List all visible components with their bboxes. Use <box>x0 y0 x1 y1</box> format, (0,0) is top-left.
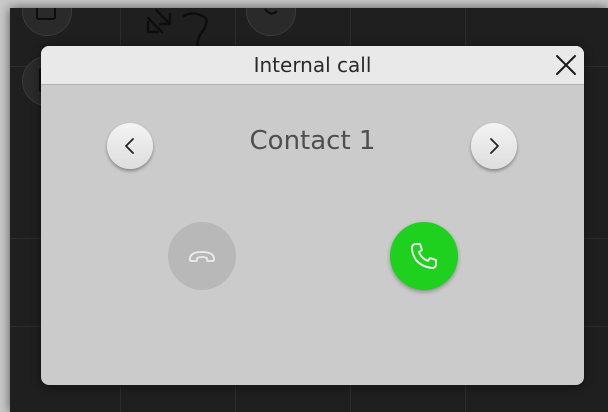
contact-name: Contact 1 <box>249 126 376 156</box>
chevron-left-icon <box>125 138 134 154</box>
background-app-icon <box>22 8 72 36</box>
internal-call-dialog: Internal call Contact 1 <box>41 46 584 385</box>
previous-contact-button[interactable] <box>107 123 153 169</box>
phone-hangup-icon <box>189 251 215 262</box>
dialog-title: Internal call <box>253 53 372 77</box>
chevron-right-icon <box>490 138 499 154</box>
next-contact-button[interactable] <box>471 123 517 169</box>
dialog-header: Internal call <box>41 46 584 85</box>
close-icon <box>556 55 576 75</box>
phone-icon <box>411 243 437 269</box>
close-button[interactable] <box>553 52 579 78</box>
background-app-icon <box>246 8 296 36</box>
answer-call-button[interactable] <box>390 222 458 290</box>
hang-up-button[interactable] <box>168 222 236 290</box>
